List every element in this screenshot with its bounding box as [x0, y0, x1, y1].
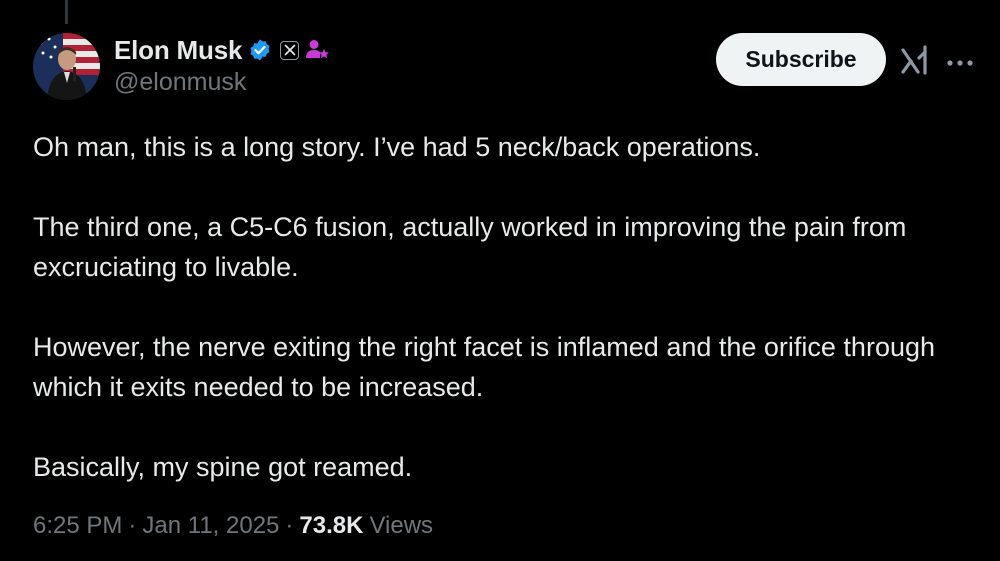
- more-options-icon[interactable]: [946, 55, 974, 66]
- tweet-date[interactable]: Jan 11, 2025: [142, 512, 279, 540]
- views-count[interactable]: 73.8K: [299, 512, 363, 540]
- tweet-paragraph: However, the nerve exiting the right fac…: [33, 332, 936, 402]
- tweet-paragraph: Basically, my spine got reamed.: [33, 452, 413, 482]
- thread-connector-line: [65, 0, 68, 24]
- tweet-time[interactable]: 6:25 PM: [33, 512, 122, 540]
- x-affiliation-icon[interactable]: [280, 40, 300, 60]
- subscribe-button[interactable]: Subscribe: [716, 33, 886, 86]
- meta-separator: ·: [285, 512, 294, 539]
- avatar[interactable]: [33, 33, 100, 100]
- tweet-paragraph: Oh man, this is a long story. I’ve had 5…: [33, 132, 761, 162]
- author-display-name[interactable]: Elon Musk: [114, 35, 242, 66]
- meta-separator: ·: [128, 512, 137, 539]
- affiliate-person-star-icon[interactable]: [305, 38, 331, 62]
- author-handle[interactable]: @elonmusk: [114, 68, 246, 97]
- tweet-meta: 6:25 PM · Jan 11, 2025 · 73.8K Views: [33, 512, 433, 540]
- views-label: Views: [369, 512, 434, 539]
- tweet-paragraph: The third one, a C5-C6 fusion, actually …: [33, 212, 907, 282]
- verified-badge-icon[interactable]: [248, 38, 272, 62]
- grok-icon[interactable]: [900, 44, 930, 76]
- tweet-body: Oh man, this is a long story. I’ve had 5…: [33, 127, 963, 487]
- author-name-row: Elon Musk: [114, 33, 331, 67]
